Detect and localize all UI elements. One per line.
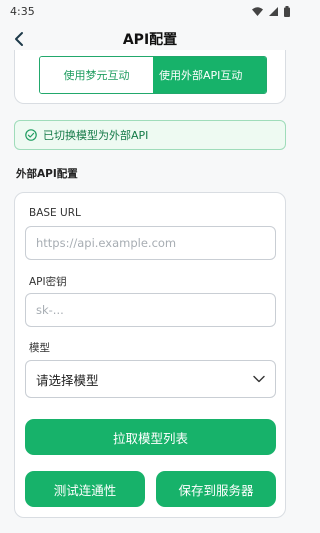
page-title: API配置 <box>122 32 178 48</box>
notice-banner: 已切换模型为外部API <box>14 120 286 150</box>
model-select-value: 请选择模型 <box>36 372 99 388</box>
mode-option-external[interactable]: 使用外部API互动 <box>153 57 266 93</box>
chevron-left-icon <box>15 32 23 46</box>
base-url-input[interactable]: https://api.example.com <box>25 226 276 260</box>
check-circle-icon <box>25 129 37 141</box>
signal-icon <box>269 6 278 16</box>
section-title: 外部API配置 <box>16 168 78 180</box>
notice-text: 已切换模型为外部API <box>43 129 149 142</box>
api-key-input[interactable]: sk-... <box>25 293 276 327</box>
chevron-down-icon <box>253 375 265 383</box>
api-key-label: API密钥 <box>29 276 67 288</box>
fetch-models-button[interactable]: 拉取模型列表 <box>25 419 276 455</box>
mode-card: 使用梦元互动 使用外部API互动 <box>14 50 286 104</box>
status-bar: 4:35 <box>0 0 300 22</box>
status-icons <box>252 5 290 17</box>
base-url-label: BASE URL <box>29 207 81 219</box>
save-to-server-button[interactable]: 保存到服务器 <box>156 471 276 507</box>
mode-selector: 使用梦元互动 使用外部API互动 <box>39 56 267 94</box>
model-label: 模型 <box>29 342 50 354</box>
battery-icon <box>284 5 290 17</box>
status-time: 4:35 <box>10 4 35 18</box>
mode-option-internal[interactable]: 使用梦元互动 <box>40 57 153 93</box>
test-connection-button[interactable]: 测试连通性 <box>25 471 145 507</box>
api-config-card: BASE URL https://api.example.com API密钥 s… <box>14 192 286 518</box>
wifi-icon <box>252 6 263 16</box>
back-button[interactable] <box>8 28 30 50</box>
model-select[interactable]: 请选择模型 <box>25 360 276 398</box>
